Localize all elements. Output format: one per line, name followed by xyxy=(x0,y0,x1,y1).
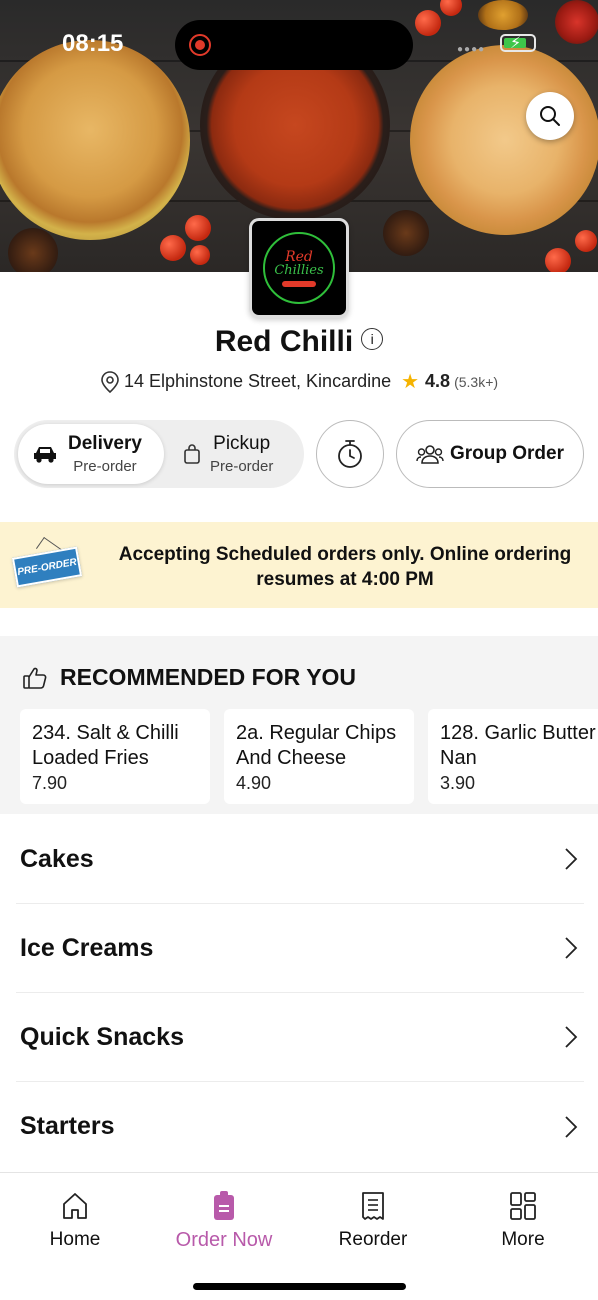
recommended-item[interactable]: 128. Garlic Butter Nan 3.90 xyxy=(428,709,598,804)
home-indicator xyxy=(193,1283,406,1290)
pickup-option[interactable]: Pickup Pre-order xyxy=(174,424,300,484)
scheduled-orders-banner: PRE-ORDER Accepting Scheduled orders onl… xyxy=(0,522,598,608)
group-order-label: Group Order xyxy=(449,443,564,464)
restaurant-address: 14 Elphinstone Street, Kincardine xyxy=(123,371,392,391)
nav-reorder[interactable]: Reorder xyxy=(298,1191,448,1251)
item-price: 4.90 xyxy=(236,773,272,793)
recommended-title: RECOMMENDED FOR YOU xyxy=(22,664,356,691)
bottom-navigation: Home Order Now Reorder More xyxy=(0,1172,598,1300)
dynamic-island xyxy=(175,20,413,70)
nav-home[interactable]: Home xyxy=(0,1191,150,1251)
home-icon xyxy=(63,1193,87,1219)
pizza xyxy=(410,45,598,235)
chevron-right-icon xyxy=(565,1026,578,1048)
nav-more[interactable]: More xyxy=(448,1191,598,1251)
signal-dots: ●●●● xyxy=(457,44,486,55)
item-price: 7.90 xyxy=(32,773,68,793)
car-icon xyxy=(34,447,56,463)
shopping-bag-icon xyxy=(184,444,200,464)
grid-icon xyxy=(510,1192,536,1220)
group-icon xyxy=(416,445,444,464)
star-icon: ★ xyxy=(401,371,420,393)
delivery-label: Delivery xyxy=(68,433,142,454)
rating-count: (5.3k+) xyxy=(454,373,499,390)
chevron-right-icon xyxy=(565,848,578,870)
battery-icon: ⚡ xyxy=(500,34,536,52)
category-row-quick-snacks[interactable]: Quick Snacks xyxy=(16,993,584,1082)
order-mode-toggle: Delivery Pre-order Pickup Pre-order xyxy=(14,420,304,488)
recommended-item[interactable]: 234. Salt & Chilli Loaded Fries 7.90 xyxy=(20,709,210,804)
delivery-sub: Pre-order xyxy=(73,458,137,475)
chevron-right-icon xyxy=(565,1115,578,1138)
category-row-cakes[interactable]: Cakes xyxy=(16,815,584,904)
chevron-right-icon xyxy=(565,937,578,959)
delivery-option[interactable]: Delivery Pre-order xyxy=(18,424,164,484)
info-icon[interactable]: i xyxy=(361,328,384,351)
restaurant-name: Red Chilli i xyxy=(0,325,598,359)
thumbs-up-icon xyxy=(23,667,47,689)
recommended-section: RECOMMENDED FOR YOU 234. Salt & Chilli L… xyxy=(0,636,598,814)
preorder-sign-icon: PRE-ORDER xyxy=(11,546,83,588)
location-pin-icon xyxy=(101,370,119,393)
pickup-sub: Pre-order xyxy=(210,458,274,475)
recording-icon xyxy=(189,34,211,56)
category-row-starters[interactable]: Starters xyxy=(16,1082,584,1171)
address-rating-row: 14 Elphinstone Street, Kincardine ★ 4.8 … xyxy=(0,369,598,394)
search-button[interactable] xyxy=(526,92,574,140)
banner-message: Accepting Scheduled orders only. Online … xyxy=(118,544,572,590)
restaurant-logo: Red Chillies xyxy=(249,218,349,318)
category-row-ice-creams[interactable]: Ice Creams xyxy=(16,904,584,993)
pickup-label: Pickup xyxy=(213,433,271,454)
status-time: 08:15 xyxy=(62,30,124,57)
biryani-plate xyxy=(0,40,190,240)
order-bag-icon xyxy=(214,1191,234,1220)
search-icon xyxy=(540,106,560,126)
recommended-item[interactable]: 2a. Regular Chips And Cheese 4.90 xyxy=(224,709,414,804)
rating-value: 4.8 xyxy=(425,371,451,391)
timer-icon xyxy=(338,440,362,468)
nav-order-now[interactable]: Order Now xyxy=(149,1191,299,1252)
schedule-timer-button[interactable] xyxy=(316,420,384,488)
group-order-button[interactable]: Group Order xyxy=(396,420,584,488)
receipt-icon xyxy=(362,1192,384,1220)
item-price: 3.90 xyxy=(440,773,476,793)
